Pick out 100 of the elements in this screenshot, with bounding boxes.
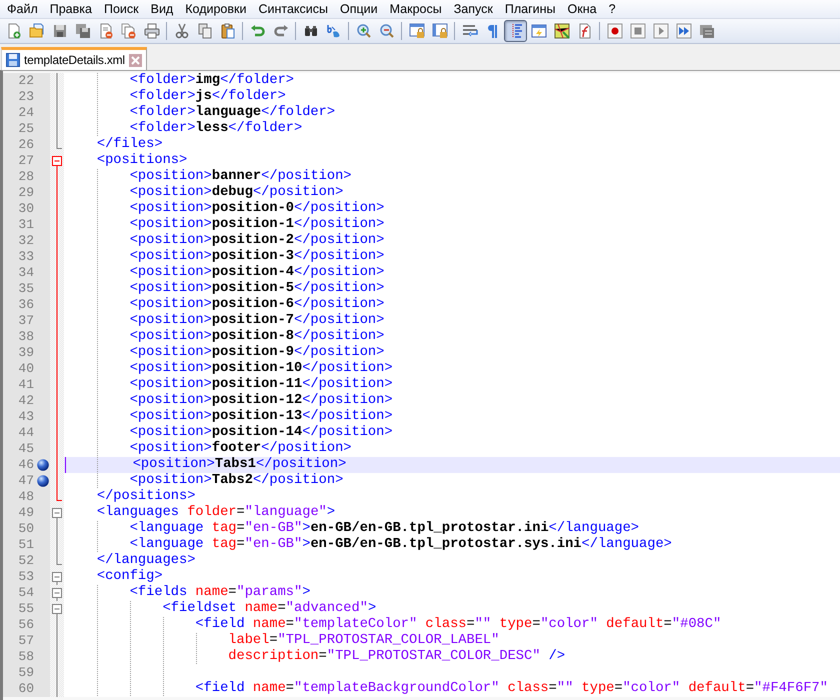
line-number: 35 bbox=[3, 281, 36, 297]
printer-icon bbox=[144, 23, 160, 39]
indent-guide-button[interactable] bbox=[504, 20, 527, 42]
fold-line bbox=[56, 597, 58, 601]
map-icon bbox=[554, 23, 570, 39]
line-number: 45 bbox=[3, 441, 36, 457]
line-number: 44 bbox=[3, 425, 36, 441]
code-line: <positions> bbox=[96, 153, 188, 169]
line-number: 22 bbox=[3, 73, 36, 89]
redo-icon bbox=[272, 23, 288, 39]
line-number: 36 bbox=[3, 297, 36, 313]
lightning-window-icon bbox=[530, 23, 546, 39]
line-number: 48 bbox=[3, 489, 36, 505]
menu-item[interactable]: Поиск bbox=[98, 0, 145, 18]
close-button[interactable] bbox=[128, 54, 142, 66]
code-line: </positions> bbox=[96, 489, 196, 505]
code-line: <position>position-8</position> bbox=[128, 329, 384, 345]
code-line: <position>position-10</position> bbox=[128, 361, 393, 377]
line-number: 28 bbox=[3, 169, 36, 185]
line-number: 50 bbox=[3, 521, 36, 537]
menu-item[interactable]: ? bbox=[602, 0, 622, 18]
line-number: 38 bbox=[3, 329, 36, 345]
line-number: 53 bbox=[3, 569, 36, 585]
line-number: 31 bbox=[3, 217, 36, 233]
scissors-icon bbox=[174, 23, 190, 39]
close-file-icon bbox=[98, 23, 114, 39]
window-lock-icon bbox=[432, 23, 448, 39]
floppy-disks-icon bbox=[74, 23, 90, 39]
menu-item[interactable]: Файл bbox=[1, 0, 44, 18]
menu-item[interactable]: Кодировки bbox=[179, 0, 252, 18]
line-number: 55 bbox=[3, 601, 36, 617]
line-number: 25 bbox=[3, 121, 36, 137]
code-line: <position>position-5</position> bbox=[128, 281, 384, 297]
code-line: </files> bbox=[96, 137, 163, 153]
line-number: 37 bbox=[3, 313, 36, 329]
menu-item[interactable]: Опции bbox=[334, 0, 384, 18]
line-number: 59 bbox=[3, 665, 36, 681]
line-number: 49 bbox=[3, 505, 36, 521]
line-number: 60 bbox=[3, 681, 36, 697]
record-icon bbox=[606, 23, 622, 39]
line-number: 51 bbox=[3, 537, 36, 553]
fold-toggle-icon[interactable] bbox=[52, 508, 62, 518]
save-macro-icon bbox=[698, 23, 714, 39]
line-number: 34 bbox=[3, 265, 36, 281]
file-tab[interactable]: templateDetails.xml bbox=[1, 47, 147, 70]
code-line: <position>position-0</position> bbox=[128, 201, 384, 217]
line-number: 47 bbox=[3, 473, 36, 489]
line-number: 52 bbox=[3, 553, 36, 569]
code-line: <position>position-4</position> bbox=[128, 265, 384, 281]
code-line: <config> bbox=[96, 569, 163, 585]
code-line: <language tag="en-GB">en-GB/en-GB.tpl_protostar.sys.ini</language> bbox=[128, 537, 672, 553]
line-number: 46 bbox=[3, 457, 36, 473]
code-line: label="TPL_PROTOSTAR_COLOR_LABEL" bbox=[227, 633, 500, 649]
copy-icon bbox=[196, 23, 212, 39]
line-number: 40 bbox=[3, 361, 36, 377]
code-line: <folder>language</folder> bbox=[128, 105, 336, 121]
function-icon bbox=[576, 23, 592, 39]
line-number: 32 bbox=[3, 233, 36, 249]
code-line: <languages folder="language"> bbox=[96, 505, 336, 521]
code-line: <position>position-1</position> bbox=[128, 217, 384, 233]
code-line: <position>Tabs2</position> bbox=[128, 473, 344, 489]
line-number: 33 bbox=[3, 249, 36, 265]
line-number: 30 bbox=[3, 201, 36, 217]
fold-toggle-icon[interactable] bbox=[52, 588, 62, 598]
line-number: 58 bbox=[3, 649, 36, 665]
code-line: <field name="templateBackgroundColor" class="" type="color" default="#F4F6F7" bbox=[194, 681, 828, 697]
fold-toggle-icon[interactable] bbox=[52, 572, 62, 582]
code-line: <position>banner</position> bbox=[128, 169, 352, 185]
line-number: 43 bbox=[3, 409, 36, 425]
code-line: <folder>js</folder> bbox=[128, 89, 286, 105]
code-line: <position>position-12</position> bbox=[128, 393, 393, 409]
code-line: <position>position-11</position> bbox=[128, 377, 393, 393]
code-line: <position>Tabs1</position> bbox=[132, 457, 346, 473]
menu-item[interactable]: Окна bbox=[562, 0, 603, 18]
code-line: <position>position-3</position> bbox=[128, 249, 384, 265]
menu-item[interactable]: Правка bbox=[44, 0, 98, 18]
code-line: <position>position-14</position> bbox=[128, 425, 393, 440]
undo-icon bbox=[250, 23, 266, 39]
code-line: <fields name="params"> bbox=[128, 585, 310, 601]
menu-item[interactable]: Макросы bbox=[384, 0, 448, 18]
tab-title: templateDetails.xml bbox=[24, 53, 125, 67]
text-cursor bbox=[65, 457, 66, 473]
replace-icon bbox=[326, 23, 342, 39]
line-number: 42 bbox=[3, 393, 36, 409]
fast-forward-icon bbox=[676, 23, 692, 39]
code-line: description="TPL_PROTOSTAR_COLOR_DESC" /> bbox=[227, 649, 566, 665]
fold-toggle-icon[interactable] bbox=[52, 604, 62, 614]
code-line: <position>position-6</position> bbox=[128, 297, 384, 313]
line-number: 26 bbox=[3, 137, 36, 153]
line-number: 39 bbox=[3, 345, 36, 361]
menu-item[interactable]: Синтаксисы bbox=[252, 0, 334, 18]
code-line: <position>position-13</position> bbox=[128, 409, 393, 425]
code-line: <position>position-7</position> bbox=[128, 313, 384, 329]
code-line: <position>position-2</position> bbox=[128, 233, 384, 249]
line-number: 27 bbox=[3, 153, 36, 169]
menu-item[interactable]: Запуск bbox=[448, 0, 499, 18]
zoom-out-icon bbox=[378, 23, 394, 39]
fold-toggle-icon[interactable] bbox=[52, 156, 62, 166]
menu-item[interactable]: Вид bbox=[144, 0, 180, 18]
menu-item[interactable]: Плагины bbox=[498, 0, 562, 18]
